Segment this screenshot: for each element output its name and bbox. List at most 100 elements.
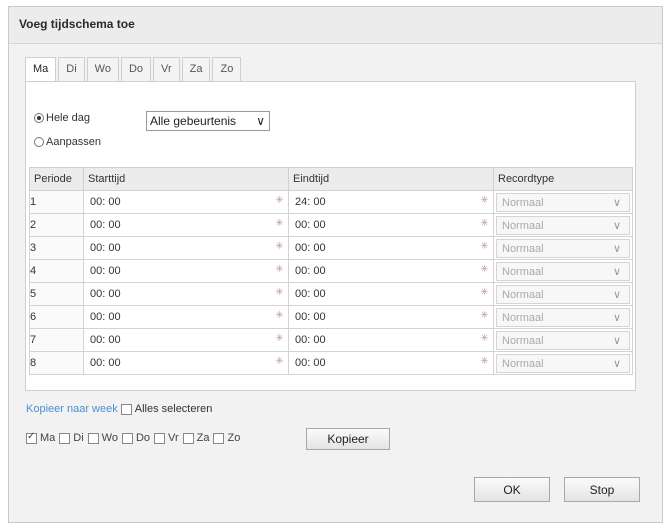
start-time-value[interactable]: 00: 00 (90, 265, 121, 277)
copy-day-zo[interactable]: Zo (213, 432, 240, 444)
calendar-icon[interactable]: ✳ (274, 241, 285, 253)
end-time-value[interactable]: 00: 00 (295, 288, 326, 300)
end-time-cell[interactable]: 00: 00 ✳ (288, 259, 494, 283)
tab-ma[interactable]: Ma (25, 57, 57, 82)
calendar-icon[interactable]: ✳ (274, 264, 285, 276)
copy-to-week-link[interactable]: Kopieer naar week (26, 403, 118, 415)
start-time-cell[interactable]: 00: 00 ✳ (83, 328, 289, 352)
day-checkbox[interactable] (87, 432, 99, 444)
day-checkbox[interactable] (121, 432, 133, 444)
calendar-icon[interactable]: ✳ (479, 241, 490, 253)
calendar-icon[interactable]: ✳ (479, 264, 490, 276)
tab-zo[interactable]: Zo (212, 57, 242, 81)
copy-day-di[interactable]: Di (59, 432, 84, 444)
record-type-value: Normaal (502, 288, 544, 301)
calendar-icon[interactable]: ✳ (479, 310, 490, 322)
calendar-icon[interactable]: ✳ (274, 287, 285, 299)
day-checkbox[interactable] (26, 431, 37, 444)
day-checkbox[interactable] (59, 432, 71, 444)
copy-day-do[interactable]: Do (121, 432, 150, 444)
start-time-cell[interactable]: 00: 00 ✳ (83, 190, 289, 214)
start-time-cell[interactable]: 00: 00 ✳ (83, 351, 289, 375)
start-time-value[interactable]: 00: 00 (90, 288, 121, 300)
end-time-cell[interactable]: 00: 00 ✳ (288, 236, 494, 260)
custom-option[interactable]: Aanpassen (34, 136, 101, 148)
ok-button[interactable]: OK (474, 477, 550, 502)
record-type-cell: Normaal ∨ (493, 190, 633, 214)
day-label: Za (196, 432, 210, 444)
start-time-value[interactable]: 00: 00 (90, 219, 121, 231)
calendar-icon[interactable]: ✳ (274, 333, 285, 345)
calendar-icon[interactable]: ✳ (274, 310, 285, 322)
day-checkbox[interactable] (213, 432, 225, 444)
end-time-value[interactable]: 00: 00 (295, 242, 326, 254)
copy-day-ma[interactable]: Ma (26, 431, 55, 444)
end-time-cell[interactable]: 00: 00 ✳ (288, 328, 494, 352)
end-time-value[interactable]: 00: 00 (295, 265, 326, 277)
start-time-value[interactable]: 00: 00 (90, 334, 121, 346)
copy-day-wo[interactable]: Wo (87, 432, 118, 444)
record-type-value: Normaal (502, 265, 544, 278)
start-time-cell[interactable]: 00: 00 ✳ (83, 305, 289, 329)
day-checkbox[interactable] (182, 432, 194, 444)
whole-day-option[interactable]: Hele dag (34, 112, 90, 124)
copy-day-za[interactable]: Za (182, 432, 210, 444)
calendar-icon[interactable]: ✳ (479, 287, 490, 299)
start-time-cell[interactable]: 00: 00 ✳ (83, 259, 289, 283)
record-type-select[interactable]: Normaal ∨ (496, 238, 630, 258)
end-time-value[interactable]: 00: 00 (295, 357, 326, 369)
table-row: 2 00: 00 ✳ 00: 00 ✳ Normaal ∨ (29, 213, 633, 237)
table-row: 3 00: 00 ✳ 00: 00 ✳ Normaal ∨ (29, 236, 633, 260)
start-time-cell[interactable]: 00: 00 ✳ (83, 213, 289, 237)
start-time-value[interactable]: 00: 00 (90, 357, 121, 369)
select-all-checkbox[interactable] (120, 403, 132, 415)
end-time-value[interactable]: 00: 00 (295, 311, 326, 323)
tab-za[interactable]: Za (181, 57, 211, 81)
calendar-icon[interactable]: ✳ (479, 218, 490, 230)
record-type-select[interactable]: Normaal ∨ (496, 330, 630, 350)
custom-radio[interactable] (34, 137, 44, 147)
record-type-select[interactable]: Normaal ∨ (496, 215, 630, 235)
period-cell: 4 (29, 259, 84, 283)
start-time-value[interactable]: 00: 00 (90, 196, 121, 208)
dialog-title: Voeg tijdschema toe (19, 17, 135, 31)
end-time-cell[interactable]: 00: 00 ✳ (288, 305, 494, 329)
table-header-row: Periode Starttijd Eindtijd Recordtype (29, 167, 633, 191)
event-type-select[interactable]: Alle gebeurtenis ∨ (146, 111, 270, 131)
end-time-value[interactable]: 00: 00 (295, 334, 326, 346)
end-time-cell[interactable]: 00: 00 ✳ (288, 213, 494, 237)
end-time-value[interactable]: 24: 00 (295, 196, 326, 208)
whole-day-radio[interactable] (34, 113, 44, 123)
end-time-cell[interactable]: 00: 00 ✳ (288, 351, 494, 375)
start-time-cell[interactable]: 00: 00 ✳ (83, 282, 289, 306)
record-type-select[interactable]: Normaal ∨ (496, 261, 630, 281)
start-time-value[interactable]: 00: 00 (90, 242, 121, 254)
record-type-cell: Normaal ∨ (493, 259, 633, 283)
record-type-select[interactable]: Normaal ∨ (496, 307, 630, 327)
calendar-icon[interactable]: ✳ (274, 195, 285, 207)
calendar-icon[interactable]: ✳ (479, 195, 490, 207)
end-time-value[interactable]: 00: 00 (295, 219, 326, 231)
end-time-cell[interactable]: 00: 00 ✳ (288, 282, 494, 306)
stop-button[interactable]: Stop (564, 477, 640, 502)
header-recordtype: Recordtype (493, 167, 633, 191)
record-type-cell: Normaal ∨ (493, 213, 633, 237)
record-type-select[interactable]: Normaal ∨ (496, 192, 630, 212)
record-type-select[interactable]: Normaal ∨ (496, 284, 630, 304)
tab-vr[interactable]: Vr (153, 57, 180, 81)
tab-di[interactable]: Di (58, 57, 85, 81)
calendar-icon[interactable]: ✳ (479, 356, 490, 368)
start-time-value[interactable]: 00: 00 (90, 311, 121, 323)
end-time-cell[interactable]: 24: 00 ✳ (288, 190, 494, 214)
record-type-select[interactable]: Normaal ∨ (496, 353, 630, 373)
start-time-cell[interactable]: 00: 00 ✳ (83, 236, 289, 260)
calendar-icon[interactable]: ✳ (479, 333, 490, 345)
day-checkbox[interactable] (154, 432, 166, 444)
copy-day-vr[interactable]: Vr (154, 432, 179, 444)
copy-button[interactable]: Kopieer (306, 428, 390, 450)
table-row: 1 00: 00 ✳ 24: 00 ✳ Normaal ∨ (29, 190, 633, 214)
calendar-icon[interactable]: ✳ (274, 356, 285, 368)
tab-wo[interactable]: Wo (86, 57, 119, 81)
tab-do[interactable]: Do (120, 57, 152, 81)
calendar-icon[interactable]: ✳ (274, 218, 285, 230)
